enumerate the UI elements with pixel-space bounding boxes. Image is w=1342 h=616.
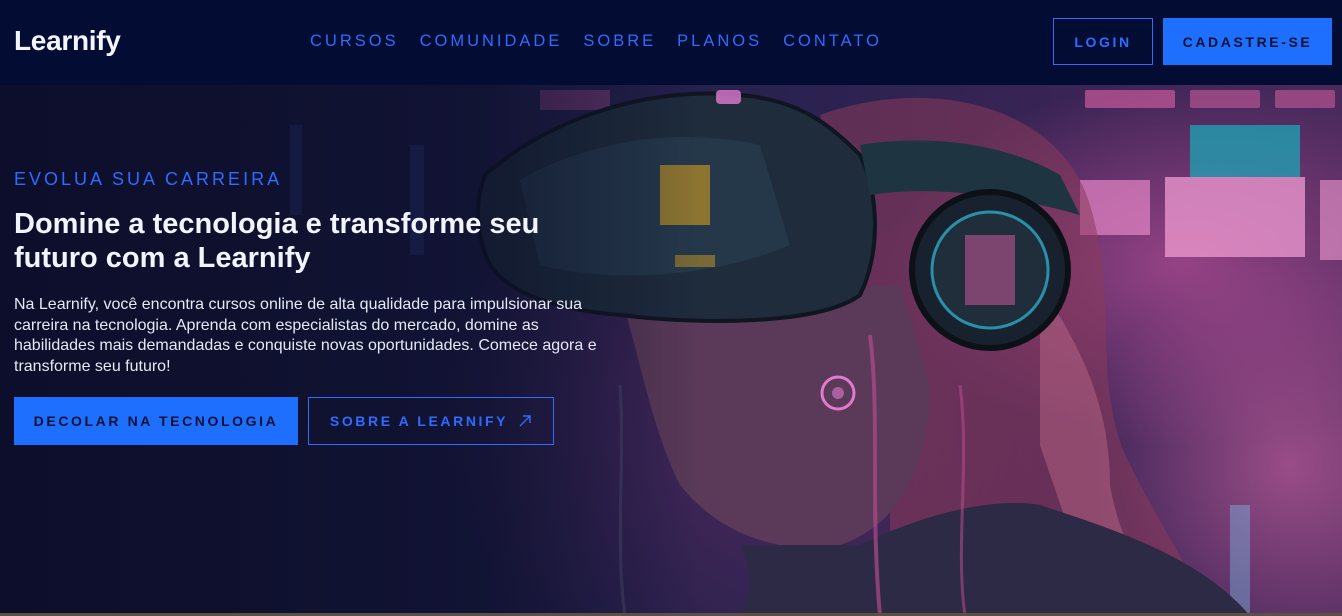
- login-button[interactable]: LOGIN: [1053, 18, 1153, 65]
- site-header: Learnify CURSOS COMUNIDADE SOBRE PLANOS …: [0, 0, 1342, 85]
- nav-item-cursos[interactable]: CURSOS: [310, 31, 399, 51]
- arrow-up-right-icon: [518, 414, 532, 428]
- sobre-learnify-label: SOBRE A LEARNIFY: [329, 413, 509, 429]
- hero-section: EVOLUA SUA CARREIRA Domine a tecnologia …: [0, 85, 1342, 616]
- hero-headline: Domine a tecnologia e transforme seu fut…: [14, 208, 540, 274]
- hero-description: Na Learnify, você encontra cursos online…: [14, 296, 597, 375]
- main-nav: CURSOS COMUNIDADE SOBRE PLANOS CONTATO: [310, 31, 903, 51]
- nav-item-sobre[interactable]: SOBRE: [583, 31, 656, 51]
- nav-item-comunidade[interactable]: COMUNIDADE: [420, 31, 563, 51]
- logo[interactable]: Learnify: [14, 25, 121, 57]
- sobre-learnify-button[interactable]: SOBRE A LEARNIFY: [308, 397, 554, 445]
- signup-button[interactable]: CADASTRE-SE: [1163, 18, 1332, 65]
- nav-item-contato[interactable]: CONTATO: [783, 31, 882, 51]
- decolar-button[interactable]: DECOLAR NA TECNOLOGIA: [14, 397, 298, 445]
- hero-eyebrow: EVOLUA SUA CARREIRA: [14, 169, 283, 189]
- nav-item-planos[interactable]: PLANOS: [677, 31, 762, 51]
